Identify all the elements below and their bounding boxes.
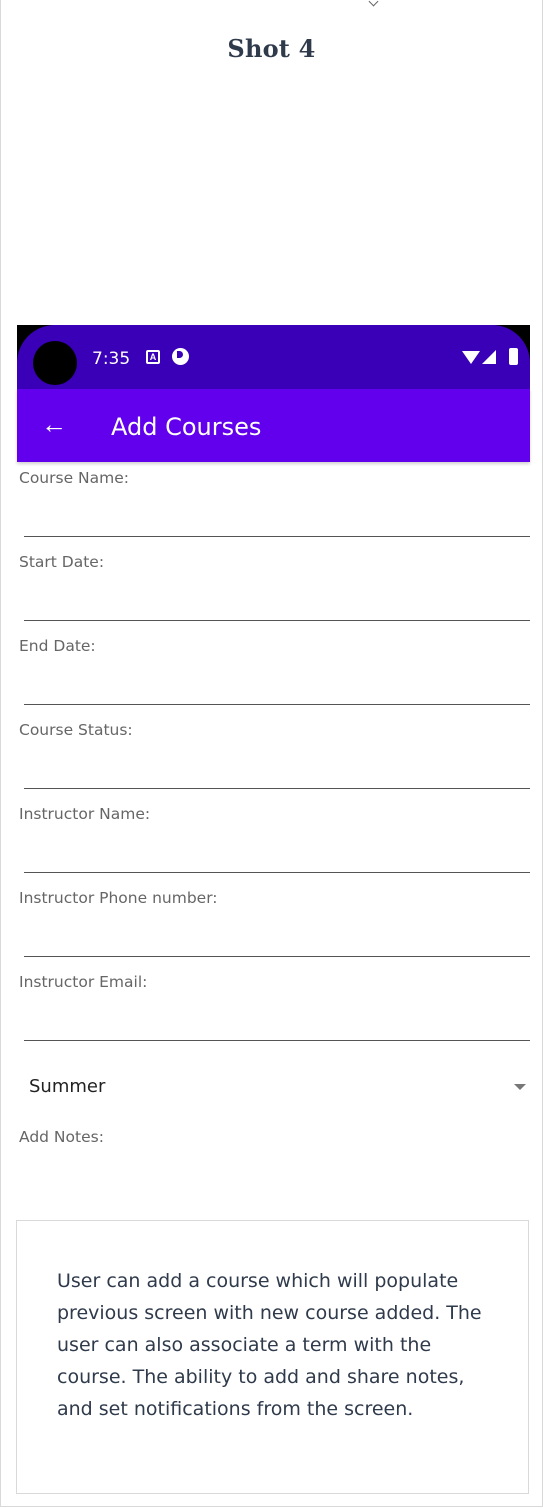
battery-icon — [509, 348, 518, 365]
signal-icon — [482, 350, 496, 364]
description-card: User can add a course which will populat… — [16, 1220, 529, 1494]
input-underline[interactable] — [24, 872, 530, 873]
notification-a-icon: A — [146, 350, 160, 364]
description-text: User can add a course which will populat… — [57, 1270, 482, 1420]
input-underline[interactable] — [24, 788, 530, 789]
field-label: Course Name: — [19, 469, 129, 487]
phone-screenshot: 7:35 A ← Add Courses — [17, 325, 530, 462]
term-select-value: Summer — [29, 1076, 106, 1097]
instructor-email-field[interactable]: Instructor Email: — [0, 967, 543, 1051]
camera-cutout — [33, 341, 77, 385]
term-select[interactable]: Summer — [17, 1066, 530, 1110]
input-underline[interactable] — [24, 1040, 530, 1041]
arrow-back-icon[interactable]: ← — [41, 411, 67, 437]
instructor-name-field[interactable]: Instructor Name: — [0, 799, 543, 883]
chevron-down-icon[interactable] — [514, 1084, 526, 1090]
field-label: End Date: — [19, 637, 96, 655]
course-status-field[interactable]: Course Status: — [0, 715, 543, 799]
notification-p-icon — [172, 348, 189, 365]
input-underline[interactable] — [24, 536, 530, 537]
add-course-form: Course Name: Start Date: End Date: Cours… — [0, 463, 543, 1051]
end-date-field[interactable]: End Date: — [0, 631, 543, 715]
instructor-phone-field[interactable]: Instructor Phone number: — [0, 883, 543, 967]
add-notes-label[interactable]: Add Notes: — [19, 1128, 104, 1146]
field-label: Start Date: — [19, 553, 105, 571]
app-bar: ← Add Courses — [17, 389, 530, 462]
field-label: Course Status: — [19, 721, 133, 739]
wifi-icon — [462, 351, 480, 364]
input-underline[interactable] — [24, 956, 530, 957]
input-underline[interactable] — [24, 704, 530, 705]
status-time: 7:35 — [92, 349, 131, 369]
field-label: Instructor Phone number: — [19, 889, 218, 907]
status-bar: 7:35 A — [17, 325, 530, 389]
field-label: Instructor Name: — [19, 805, 151, 823]
app-bar-title: Add Courses — [111, 413, 262, 441]
page-title: Shot 4 — [227, 34, 316, 63]
course-name-field[interactable]: Course Name: — [0, 463, 543, 547]
field-label: Instructor Email: — [19, 973, 148, 991]
input-underline[interactable] — [24, 620, 530, 621]
start-date-field[interactable]: Start Date: — [0, 547, 543, 631]
